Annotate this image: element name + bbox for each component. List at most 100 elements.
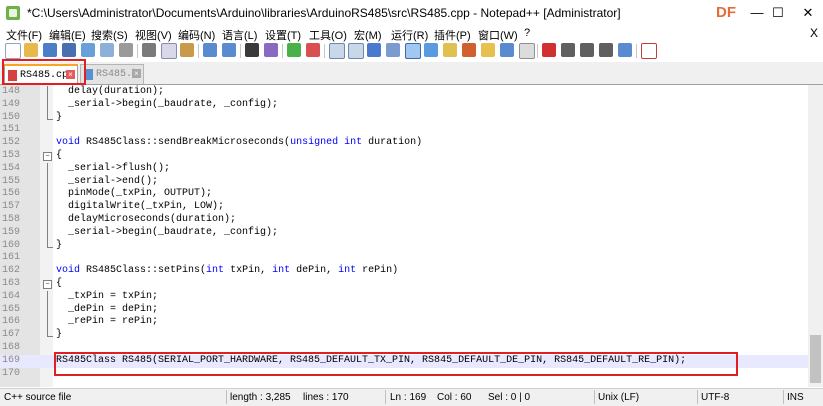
code-line[interactable]: 149 _serial->begin(_baudrate, _config); — [0, 98, 808, 112]
menu-macro[interactable]: 宏(M) — [354, 27, 382, 43]
menu-settings[interactable]: 设置(T) — [265, 27, 301, 43]
line-number: 168 — [2, 342, 21, 353]
fold-line-marker — [47, 188, 48, 202]
zoom-in-icon[interactable] — [287, 43, 301, 57]
save-macro-icon[interactable] — [618, 43, 632, 57]
cut-icon[interactable] — [142, 43, 156, 57]
code-line[interactable]: 164 _txPin = txPin; — [0, 290, 808, 304]
code-text: { — [56, 278, 63, 289]
code-line[interactable]: 163 −{ — [0, 278, 808, 291]
indent-guide-icon[interactable] — [405, 43, 421, 59]
tab-close-icon[interactable]: × — [132, 69, 141, 78]
run-macro-multiple-icon[interactable] — [599, 43, 613, 57]
status-encoding[interactable]: UTF-8 — [701, 392, 729, 403]
tab-rs485-cpp[interactable]: RS485.cpp × — [4, 64, 78, 85]
code-line[interactable]: 151 — [0, 124, 808, 137]
status-column[interactable]: Col : 60 — [437, 392, 471, 403]
code-line[interactable]: 153 −{ — [0, 150, 808, 163]
line-number: 152 — [2, 137, 21, 149]
menu-language[interactable]: 语言(L) — [222, 27, 257, 43]
code-line[interactable]: 159 _serial->begin(_baudrate, _config); — [0, 226, 808, 240]
close-all-icon[interactable] — [100, 43, 114, 57]
scrollbar-thumb[interactable] — [810, 335, 821, 383]
code-line[interactable]: 157 digitalWrite(_txPin, LOW); — [0, 201, 808, 214]
show-all-chars-icon[interactable] — [386, 43, 400, 57]
code-line[interactable]: 167} — [0, 329, 808, 342]
status-insert-mode[interactable]: INS — [787, 392, 804, 403]
code-line[interactable]: 162 void RS485Class::setPins(int txPin, i… — [0, 265, 808, 278]
copy-icon[interactable] — [161, 43, 177, 59]
spell-check-icon[interactable] — [641, 43, 657, 59]
redo-icon[interactable] — [222, 43, 236, 57]
fold-line-marker — [47, 214, 48, 227]
play-macro-icon[interactable] — [580, 43, 594, 57]
code-line[interactable]: 166 _rePin = rePin; — [0, 316, 808, 330]
fold-end-marker — [47, 329, 53, 338]
tab-close-icon[interactable]: × — [66, 70, 75, 79]
code-line[interactable]: 160} — [0, 239, 808, 253]
folder-workspace-icon[interactable] — [481, 43, 495, 57]
save-icon[interactable] — [43, 43, 57, 57]
fold-toggle-icon[interactable]: − — [43, 280, 52, 289]
status-selection[interactable]: Sel : 0 | 0 — [488, 392, 530, 403]
language-define-icon[interactable] — [424, 43, 438, 57]
code-line[interactable]: 169 RS485Class RS485(SERIAL_PORT_HARDWARE… — [0, 354, 808, 368]
open-file-icon[interactable] — [24, 43, 38, 57]
line-number: 163 — [2, 278, 21, 289]
menu-help[interactable]: ? — [524, 27, 530, 39]
function-list-icon[interactable] — [462, 43, 476, 57]
code-line[interactable]: 165 _dePin = dePin; — [0, 303, 808, 317]
eye-icon[interactable] — [519, 43, 535, 59]
menu-window[interactable]: 窗口(W) — [478, 27, 518, 43]
menu-file[interactable]: 文件(F) — [6, 27, 42, 43]
menu-view[interactable]: 视图(V) — [135, 27, 172, 43]
sync-vertical-icon[interactable] — [329, 43, 345, 59]
menu-plugins[interactable]: 插件(P) — [434, 27, 471, 43]
new-file-icon[interactable] — [5, 43, 21, 59]
menu-tools[interactable]: 工具(O) — [309, 27, 347, 43]
code-line[interactable]: 161 — [0, 252, 808, 265]
code-line[interactable]: 152 void RS485Class::sendBreakMicrosecond… — [0, 137, 808, 150]
status-line-number[interactable]: Ln : 169 — [390, 392, 426, 403]
doc-map-icon[interactable] — [443, 43, 457, 57]
status-separator — [226, 390, 227, 404]
menu-edit[interactable]: 编辑(E) — [49, 27, 86, 43]
word-wrap-icon[interactable] — [367, 43, 381, 57]
code-line[interactable]: 154 _serial->flush(); — [0, 162, 808, 176]
print-icon[interactable] — [119, 43, 133, 57]
menu-run[interactable]: 运行(R) — [391, 27, 428, 43]
vertical-scrollbar[interactable] — [808, 85, 823, 387]
code-line[interactable]: 150} — [0, 111, 808, 125]
code-line[interactable]: 168 — [0, 342, 808, 355]
paste-icon[interactable] — [180, 43, 194, 57]
toolbar-separator — [137, 44, 138, 58]
code-editor[interactable]: 148 delay(duration); 149 _serial->begin(_… — [0, 85, 808, 387]
close-file-icon[interactable] — [81, 43, 95, 57]
tab-rs485-h[interactable]: RS485.h × — [80, 64, 144, 84]
title-bar: *C:\Users\Administrator\Documents\Arduin… — [0, 0, 823, 26]
code-line[interactable]: 170 — [0, 368, 808, 381]
sync-horizontal-icon[interactable] — [348, 43, 364, 59]
menu-search[interactable]: 搜索(S) — [91, 27, 128, 43]
find-icon[interactable] — [245, 43, 259, 57]
save-all-icon[interactable] — [62, 43, 76, 57]
monitoring-icon[interactable] — [500, 43, 514, 57]
fold-toggle-icon[interactable]: − — [43, 152, 52, 161]
code-line[interactable]: 156 pinMode(_txPin, OUTPUT); — [0, 188, 808, 202]
zoom-out-icon[interactable] — [306, 43, 320, 57]
line-number: 150 — [2, 111, 21, 123]
record-macro-icon[interactable] — [542, 43, 556, 57]
code-line[interactable]: 155 _serial->end(); — [0, 175, 808, 189]
close-document-button[interactable]: X — [810, 26, 818, 40]
undo-icon[interactable] — [203, 43, 217, 57]
stop-macro-icon[interactable] — [561, 43, 575, 57]
code-line[interactable]: 158 delayMicroseconds(duration); — [0, 214, 808, 227]
line-number: 154 — [2, 162, 21, 174]
code-line[interactable]: 148 delay(duration); — [0, 86, 808, 99]
status-eol[interactable]: Unix (LF) — [598, 392, 639, 403]
maximize-button[interactable]: ☐ — [763, 0, 793, 26]
replace-icon[interactable] — [264, 43, 278, 57]
code-text: _dePin = dePin; — [56, 303, 159, 315]
menu-encoding[interactable]: 编码(N) — [178, 27, 215, 43]
close-button[interactable]: ✕ — [793, 0, 823, 26]
